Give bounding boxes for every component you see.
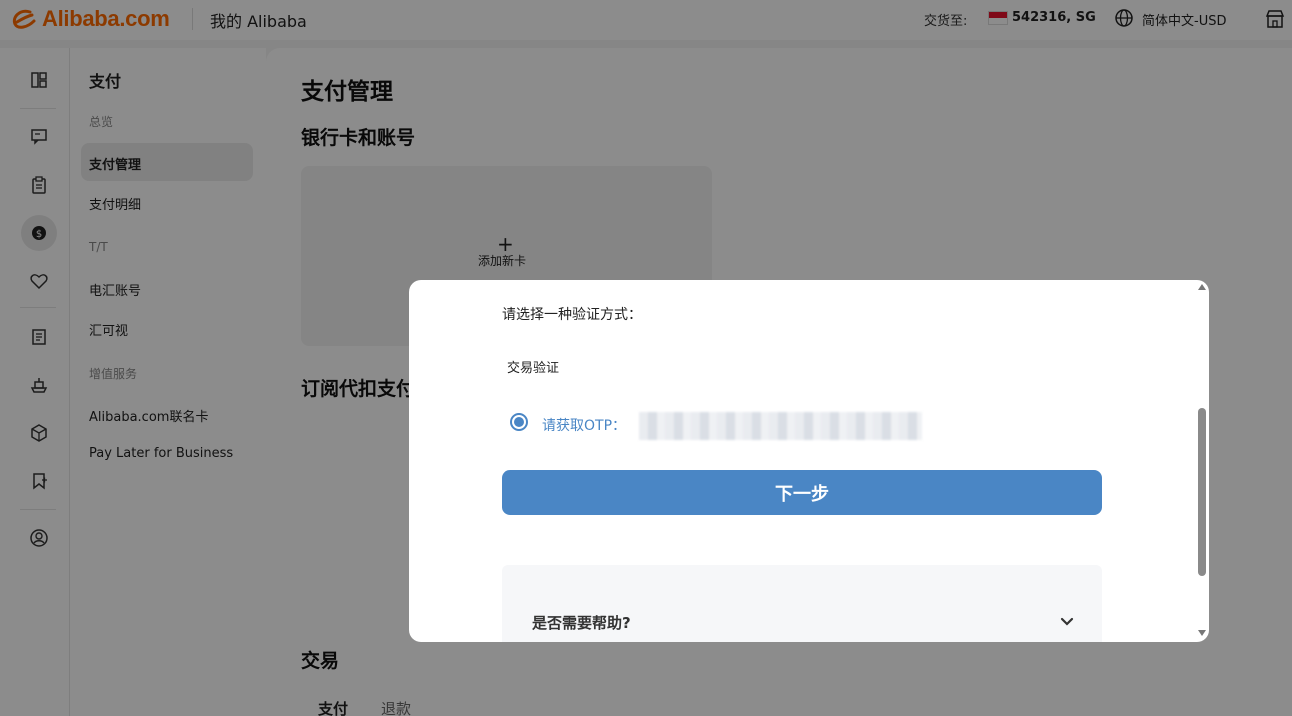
scrollbar-thumb[interactable] (1198, 408, 1206, 576)
otp-radio[interactable] (510, 413, 528, 431)
scroll-down-arrow[interactable] (1198, 630, 1206, 636)
help-title: 是否需要帮助? (532, 614, 631, 632)
otp-label[interactable]: 请获取OTP： (542, 415, 626, 435)
next-step-button[interactable]: 下一步 (502, 470, 1102, 515)
verification-modal: 请选择一种验证方式： 交易验证 请获取OTP： 下一步 是否需要帮助? (409, 280, 1209, 642)
radio-selected-dot (514, 417, 524, 427)
verification-subtitle: 交易验证 (507, 361, 560, 376)
redacted-contact (639, 412, 922, 440)
verification-prompt: 请选择一种验证方式： (502, 307, 642, 323)
help-section[interactable]: 是否需要帮助? (502, 565, 1102, 642)
chevron-down-icon[interactable] (1060, 615, 1074, 629)
scroll-up-arrow[interactable] (1198, 284, 1206, 290)
